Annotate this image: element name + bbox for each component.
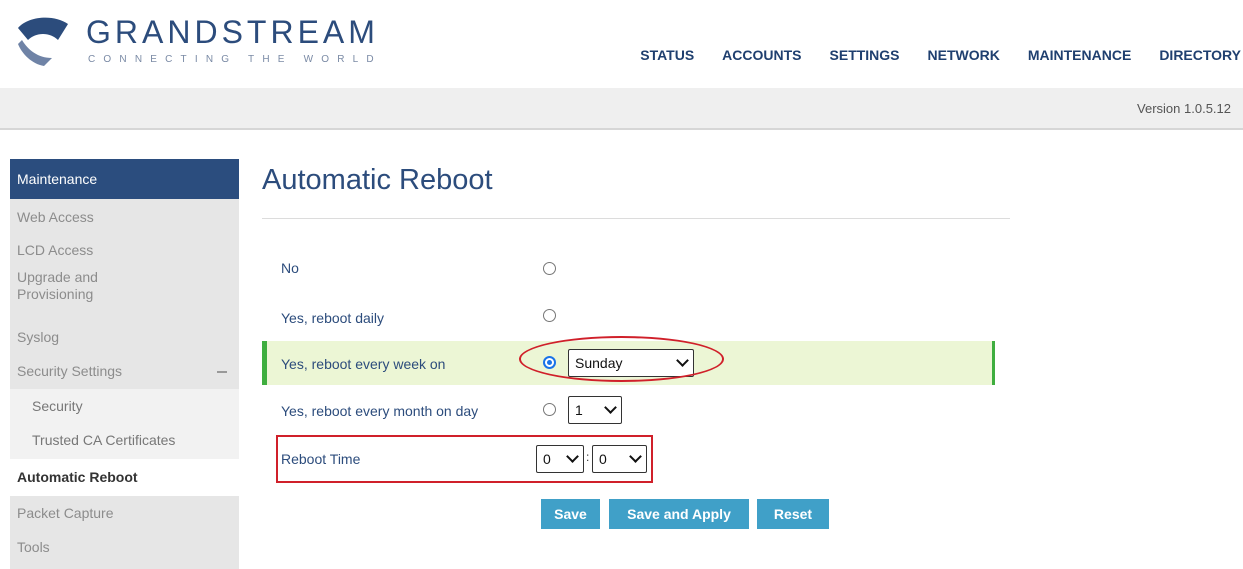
reboot-hour-value: 0 bbox=[543, 451, 551, 467]
divider bbox=[262, 218, 1010, 219]
collapse-icon[interactable] bbox=[217, 371, 227, 373]
chevron-down-icon bbox=[566, 450, 579, 463]
chevron-down-icon bbox=[604, 401, 617, 414]
option-row-daily: Yes, reboot daily bbox=[262, 296, 995, 340]
radio-no[interactable] bbox=[543, 262, 556, 275]
sidebar-item-web-access[interactable]: Web Access bbox=[10, 199, 239, 234]
grandstream-logo[interactable]: GRANDSTREAM CONNECTING THE WORLD bbox=[8, 10, 408, 70]
option-row-monthly: Yes, reboot every month on day 1 bbox=[262, 389, 995, 433]
month-day-select-value: 1 bbox=[575, 402, 583, 418]
radio-monthly[interactable] bbox=[543, 403, 556, 416]
month-day-select[interactable]: 1 bbox=[568, 396, 622, 424]
reboot-time-label: Reboot Time bbox=[281, 451, 361, 467]
option-row-no: No bbox=[262, 246, 995, 290]
time-separator: : bbox=[586, 450, 590, 464]
sidebar-item-security-settings[interactable]: Security Settings bbox=[10, 356, 239, 389]
brand-tagline: CONNECTING THE WORLD bbox=[88, 54, 382, 65]
nav-status[interactable]: STATUS bbox=[626, 46, 708, 64]
brand-name: GRANDSTREAM bbox=[86, 14, 379, 50]
nav-network[interactable]: NETWORK bbox=[914, 46, 1014, 64]
sidebar-item-automatic-reboot[interactable]: Automatic Reboot bbox=[10, 459, 239, 496]
option-label-no: No bbox=[281, 260, 299, 276]
nav-accounts[interactable]: ACCOUNTS bbox=[708, 46, 815, 64]
radio-daily[interactable] bbox=[543, 309, 556, 322]
sidebar-item-label: Security Settings bbox=[17, 363, 123, 379]
sidebar-item-tools[interactable]: Tools bbox=[10, 530, 239, 564]
sidebar-item-security[interactable]: Security bbox=[10, 389, 239, 424]
nav-settings[interactable]: SETTINGS bbox=[816, 46, 914, 64]
nav-maintenance[interactable]: MAINTENANCE bbox=[1014, 46, 1145, 64]
reboot-minute-select[interactable]: 0 bbox=[592, 445, 647, 473]
sidebar-header[interactable]: Maintenance bbox=[10, 159, 239, 199]
reboot-minute-value: 0 bbox=[599, 451, 607, 467]
sidebar-item-syslog[interactable]: Syslog bbox=[10, 321, 239, 356]
option-label-weekly: Yes, reboot every week on bbox=[281, 356, 446, 372]
weekday-select[interactable]: Sunday bbox=[568, 349, 694, 377]
reboot-time-row: Reboot Time 0 : 0 bbox=[262, 437, 995, 481]
save-and-apply-button[interactable]: Save and Apply bbox=[609, 499, 749, 529]
header: GRANDSTREAM CONNECTING THE WORLD STATUS … bbox=[0, 0, 1243, 88]
version-bar: Version 1.0.5.12 bbox=[0, 88, 1243, 130]
sidebar-item-packet-capture[interactable]: Packet Capture bbox=[10, 496, 239, 530]
weekday-select-value: Sunday bbox=[575, 355, 623, 371]
option-label-monthly: Yes, reboot every month on day bbox=[281, 403, 479, 419]
sidebar-item-lcd-access[interactable]: LCD Access bbox=[10, 234, 239, 269]
nav-directory[interactable]: DIRECTORY bbox=[1145, 46, 1243, 64]
radio-weekly[interactable] bbox=[543, 356, 556, 369]
chevron-down-icon bbox=[629, 450, 642, 463]
option-label-daily: Yes, reboot daily bbox=[281, 310, 384, 326]
option-row-weekly: Yes, reboot every week on Sunday bbox=[262, 341, 995, 385]
logo-mark-icon bbox=[18, 17, 68, 66]
chevron-down-icon bbox=[676, 354, 689, 367]
version-label: Version 1.0.5.12 bbox=[1137, 101, 1231, 116]
save-button[interactable]: Save bbox=[541, 499, 600, 529]
sidebar-item-trusted-ca[interactable]: Trusted CA Certificates bbox=[10, 424, 239, 459]
reset-button[interactable]: Reset bbox=[757, 499, 829, 529]
page-title: Automatic Reboot bbox=[262, 164, 493, 196]
sidebar-item-upgrade-provisioning[interactable]: Upgrade and Provisioning bbox=[10, 269, 239, 321]
reboot-hour-select[interactable]: 0 bbox=[536, 445, 584, 473]
top-navigation: STATUS ACCOUNTS SETTINGS NETWORK MAINTEN… bbox=[626, 46, 1243, 64]
sidebar: Maintenance Web Access LCD Access Upgrad… bbox=[10, 159, 239, 569]
